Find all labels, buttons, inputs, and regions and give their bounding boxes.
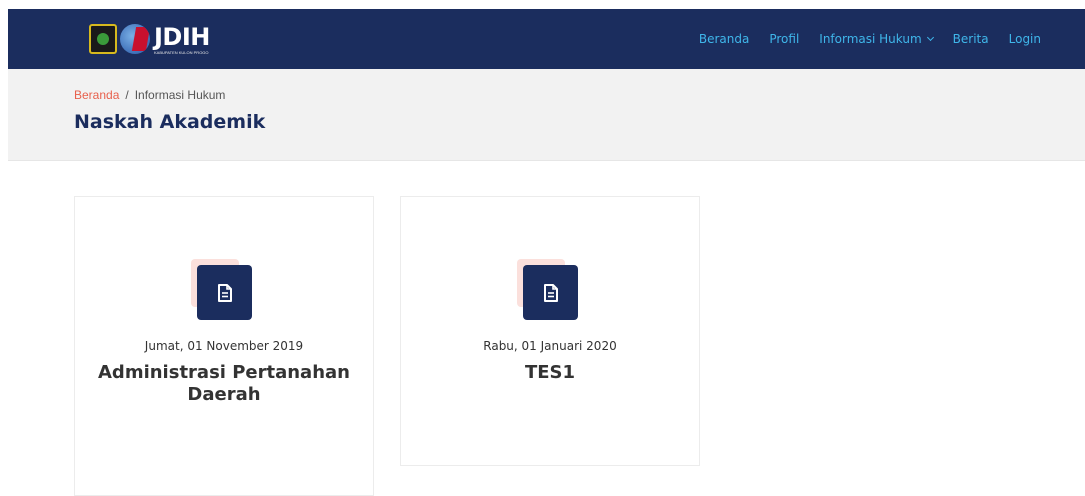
breadcrumb-home-link[interactable]: Beranda [74,88,119,102]
brand-logo[interactable]: JDIH KABUPATEN KULON PROGO [89,20,210,58]
nav-item-informasi-hukum[interactable]: Informasi Hukum [819,32,934,46]
page-title: Naskah Akademik [74,111,266,133]
card-icon-wrap [517,259,579,320]
breadcrumb-current: Informasi Hukum [134,88,226,102]
card-title[interactable]: Administrasi Pertanahan Daerah [95,362,353,406]
nav-menu: Beranda Profil Informasi Hukum Berita Lo… [699,9,1041,69]
nav-item-beranda[interactable]: Beranda [699,32,749,46]
navbar: JDIH KABUPATEN KULON PROGO Beranda Profi… [8,9,1085,69]
regency-emblem-icon [89,24,117,54]
card-icon-wrap [191,259,253,320]
nav-item-label: Beranda [698,32,750,46]
card-date: Rabu, 01 Januari 2020 [483,339,617,353]
page-header: Beranda / Informasi Hukum Naskah Akademi… [8,69,1085,161]
breadcrumb: Beranda / Informasi Hukum [74,88,225,102]
nav-item-label: Informasi Hukum [819,32,922,46]
brand-title: JDIH [154,22,210,51]
document-card[interactable]: Rabu, 01 Januari 2020 TES1 [400,196,700,466]
brand-subtitle: KABUPATEN KULON PROGO [154,49,209,55]
globe-logo-icon [120,24,150,54]
card-title[interactable]: TES1 [421,362,679,384]
chevron-down-icon [926,33,934,42]
brand-text: JDIH KABUPATEN KULON PROGO [154,24,210,55]
document-icon [197,265,252,320]
document-icon [523,265,578,320]
card-date: Jumat, 01 November 2019 [144,339,304,353]
nav-item-berita[interactable]: Berita [953,32,989,46]
nav-item-label: Berita [952,32,989,46]
document-card[interactable]: Jumat, 01 November 2019 Administrasi Per… [74,196,374,496]
nav-item-label: Profil [769,32,800,46]
nav-item-profil[interactable]: Profil [769,32,799,46]
nav-item-label: Login [1008,32,1041,46]
breadcrumb-separator: / [125,88,129,102]
nav-item-login[interactable]: Login [1009,32,1041,46]
